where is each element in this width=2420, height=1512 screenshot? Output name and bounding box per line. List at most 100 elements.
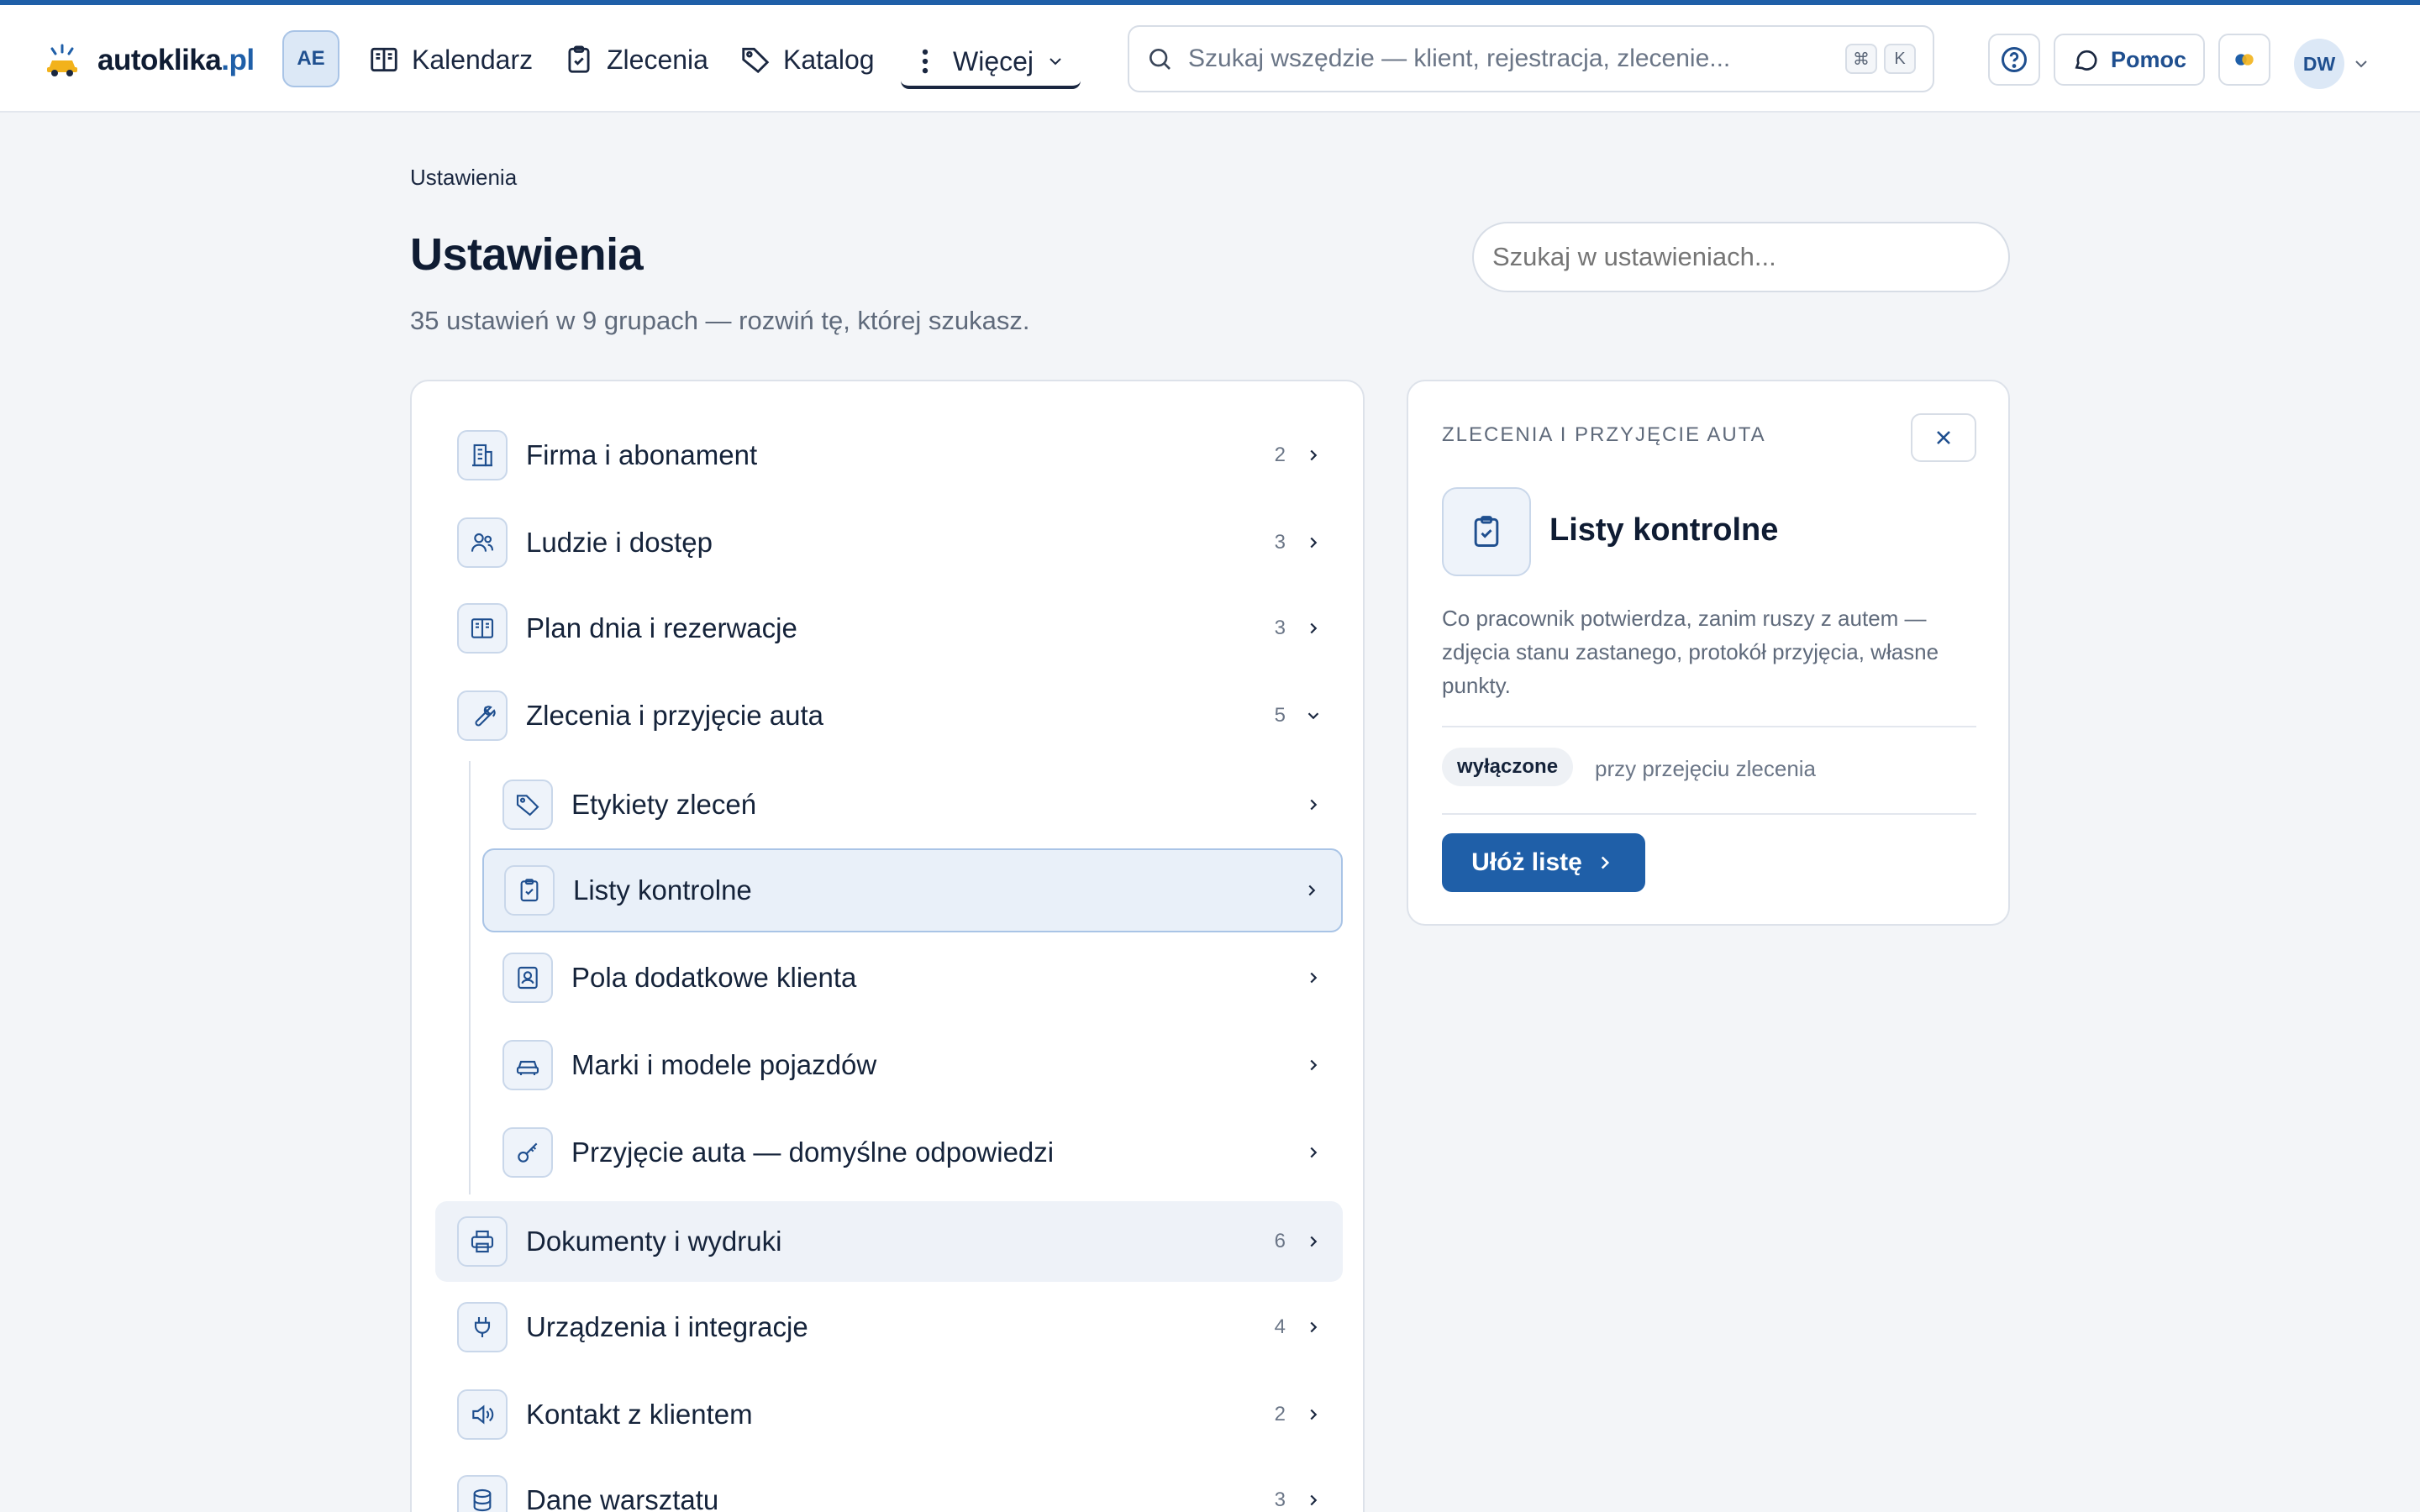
chevron-right-icon xyxy=(1308,885,1316,896)
group-count: 3 xyxy=(1274,531,1286,554)
group-dokumenty-i-wydruki[interactable]: Dokumenty i wydruki 6 xyxy=(435,1201,1343,1282)
group-plan-dnia[interactable]: Plan dnia i rezerwacje 3 xyxy=(435,588,1343,669)
clipboard-icon xyxy=(568,45,590,73)
book-icon xyxy=(457,603,508,654)
chevron-right-icon xyxy=(1310,1236,1318,1247)
more-vertical-icon xyxy=(922,49,929,74)
question-icon xyxy=(2002,47,2027,72)
nav-wiecej[interactable]: Więcej xyxy=(901,37,1081,89)
group-urzadzenia-i-integracje[interactable]: Urządzenia i integracje 4 xyxy=(435,1287,1343,1368)
group-zlecenia-i-przyjecie[interactable]: Zlecenia i przyjęcie auta 5 xyxy=(435,675,1343,756)
nav-kalendarz[interactable]: Kalendarz xyxy=(368,39,533,81)
chevron-right-icon xyxy=(1310,1321,1318,1333)
chevron-down-icon xyxy=(1050,58,1061,66)
group-label: Kontakt z klientem xyxy=(526,1399,753,1430)
setting-marki-i-modele[interactable]: Marki i modele pojazdów xyxy=(482,1023,1343,1107)
group-label: Dane warsztatu xyxy=(526,1484,719,1512)
close-icon xyxy=(1937,431,1950,444)
search-input[interactable]: Szukaj wszędzie — klient, rejestracja, z… xyxy=(1188,45,1839,73)
group-count: 4 xyxy=(1274,1315,1286,1338)
search-icon xyxy=(1150,49,1171,70)
key-icon xyxy=(502,1127,553,1178)
group-label: Plan dnia i rezerwacje xyxy=(526,612,797,643)
clipboard-check-icon xyxy=(1442,487,1531,576)
setting-listy-kontrolne[interactable]: Listy kontrolne xyxy=(482,848,1343,932)
database-icon xyxy=(457,1475,508,1512)
group-count: 6 xyxy=(1274,1230,1286,1252)
speaker-icon xyxy=(457,1389,508,1440)
contact-card-icon xyxy=(502,953,553,1003)
detail-description: Co pracownik potwierdza, zanim ruszy z a… xyxy=(1442,606,1939,698)
setting-przyjecie-auta[interactable]: Przyjęcie auta — domyślne odpowiedzi xyxy=(482,1110,1343,1194)
page-title: Ustawienia xyxy=(410,229,644,280)
chevron-right-icon xyxy=(1310,1059,1318,1071)
workspace-badge[interactable]: AE xyxy=(282,30,339,87)
nav-label: Katalog xyxy=(783,44,875,75)
chevron-down-icon xyxy=(1307,712,1319,720)
nav-label: Zlecenia xyxy=(607,44,708,75)
nav-zlecenia[interactable]: Zlecenia xyxy=(563,39,708,81)
setting-label: Listy kontrolne xyxy=(573,874,752,906)
group-ludzie-i-dostep[interactable]: Ludzie i dostęp 3 xyxy=(435,502,1343,583)
calendar-book-icon xyxy=(371,47,397,72)
setting-detail-panel: ZLECENIA I PRZYJĘCIE AUTA Listy kontroln… xyxy=(1407,380,2010,926)
chevron-right-icon xyxy=(1310,622,1318,634)
tag-icon xyxy=(742,47,770,74)
status-note: przy przejęciu zlecenia xyxy=(1595,756,1817,781)
chevron-right-icon xyxy=(1310,1409,1318,1420)
chevron-right-icon xyxy=(1310,537,1318,549)
printer-icon xyxy=(457,1216,508,1267)
chat-bubble-icon xyxy=(2075,50,2097,71)
wrench-icon xyxy=(457,690,508,741)
detail-title: Listy kontrolne xyxy=(1549,512,1779,548)
group-count: 2 xyxy=(1274,1403,1286,1425)
shortcut-key: K xyxy=(1884,44,1916,74)
group-label: Firma i abonament xyxy=(526,439,758,470)
group-count: 5 xyxy=(1274,704,1286,727)
setting-label: Przyjęcie auta — domyślne odpowiedzi xyxy=(571,1137,1055,1168)
chevron-right-icon xyxy=(1310,449,1318,461)
card-payment-button[interactable] xyxy=(2218,34,2270,86)
chevron-right-icon xyxy=(1310,1494,1318,1506)
nav-label: Więcej xyxy=(953,45,1034,76)
tag-icon xyxy=(502,780,553,830)
detail-group-name: ZLECENIA I PRZYJĘCIE AUTA xyxy=(1442,423,1766,446)
setting-label: Etykiety zleceń xyxy=(571,789,757,820)
setting-etykiety-zlecen[interactable]: Etykiety zleceń xyxy=(482,763,1343,847)
group-dane-warsztatu[interactable]: Dane warsztatu 3 xyxy=(435,1460,1343,1512)
group-kontakt-z-klientem[interactable]: Kontakt z klientem 2 xyxy=(435,1374,1343,1455)
chevron-right-icon xyxy=(1310,972,1318,984)
page-subtitle: 35 ustawień w 9 grupach — rozwiń tę, któ… xyxy=(410,306,1030,335)
button-label: Ułóż listę xyxy=(1471,848,1582,876)
global-search[interactable]: Szukaj wszędzie — klient, rejestracja, z… xyxy=(1128,25,1934,92)
close-button[interactable] xyxy=(1911,413,1976,462)
nav-katalog[interactable]: Katalog xyxy=(739,39,875,81)
breadcrumb[interactable]: Ustawienia xyxy=(410,165,517,191)
app-header: autoklika.pl AE Kalendarz Zlecenia Katal… xyxy=(0,5,2420,113)
shortcut-key: ⌘ xyxy=(1845,44,1877,74)
nav-label: Kalendarz xyxy=(412,44,534,75)
logo-wordmark[interactable]: autoklika.pl xyxy=(97,44,255,77)
setting-pola-dodatkowe[interactable]: Pola dodatkowe klienta xyxy=(482,936,1343,1020)
clipboard-check-icon xyxy=(504,865,555,916)
group-firma-i-abonament[interactable]: Firma i abonament 2 xyxy=(435,415,1343,496)
chevron-right-icon xyxy=(1310,1147,1318,1158)
group-count: 3 xyxy=(1274,617,1286,639)
logo-car-icon[interactable] xyxy=(44,42,81,79)
group-label: Ludzie i dostęp xyxy=(526,527,713,558)
group-count: 3 xyxy=(1274,1488,1286,1511)
chevron-down-icon[interactable] xyxy=(2351,54,2371,74)
chevron-right-icon xyxy=(1310,799,1318,811)
help-circle-button[interactable] xyxy=(1988,34,2040,86)
plug-icon xyxy=(457,1302,508,1352)
divider xyxy=(1442,726,1976,727)
group-label: Urządzenia i integracje xyxy=(526,1311,808,1342)
setting-label: Marki i modele pojazdów xyxy=(571,1049,877,1080)
help-button[interactable]: Pomoc xyxy=(2054,34,2205,86)
setting-label: Pola dodatkowe klienta xyxy=(571,962,857,993)
user-avatar[interactable]: DW xyxy=(2294,39,2344,89)
group-count: 2 xyxy=(1274,444,1286,466)
arrange-list-button[interactable]: Ułóż listę xyxy=(1442,833,1645,892)
building-icon xyxy=(457,430,508,480)
settings-search-input[interactable] xyxy=(1472,222,2010,292)
